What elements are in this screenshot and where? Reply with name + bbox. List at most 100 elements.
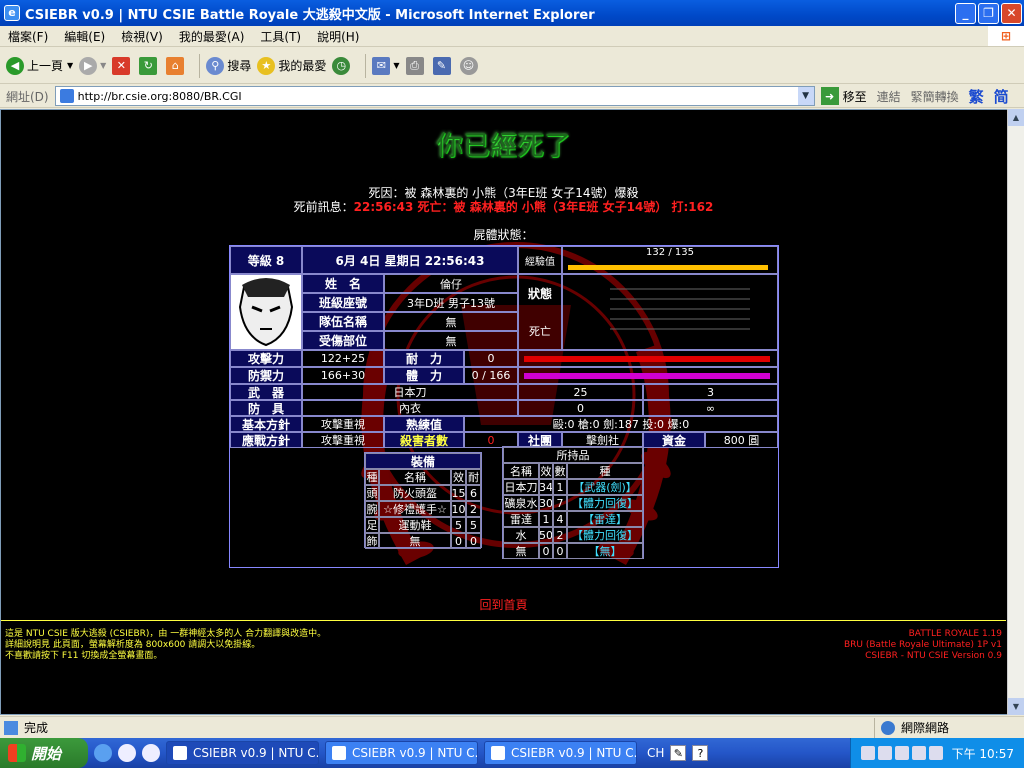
menu-favorites[interactable]: 我的最愛(A): [171, 28, 253, 45]
items-header-cell: 效: [539, 463, 553, 479]
stop-button[interactable]: ✕: [112, 56, 133, 75]
tray-volume-icon[interactable]: [911, 746, 926, 760]
vertical-scrollbar[interactable]: ▲ ▼: [1007, 109, 1024, 715]
equipment-cell: 腕: [365, 501, 379, 517]
task-label: CSIEBR v0.9 | NTU C...: [193, 746, 319, 760]
media-quicklaunch-icon[interactable]: [118, 744, 136, 762]
level-cell: 等級 8: [230, 246, 302, 274]
items-table: 所持品 名稱效數種日本刀 34 1 【武器(劍)】 礦泉水 30 7 【體力回復】 雷達 1 4 【雷…: [502, 446, 644, 559]
home-link[interactable]: 回到首頁: [1, 596, 1006, 613]
start-button[interactable]: 開始: [0, 738, 88, 768]
menu-tools[interactable]: 工具(T): [252, 28, 309, 45]
sp-value: 0 / 166: [464, 367, 518, 384]
taskbar-window-3[interactable]: CSIEBR v0.9 | NTU C...: [484, 741, 637, 765]
go-arrow-icon[interactable]: ➜: [820, 87, 839, 105]
items-cell: 0: [539, 543, 553, 559]
back-label: 上一頁: [27, 59, 64, 73]
forward-dropdown-icon[interactable]: ▼: [100, 61, 106, 70]
links-button[interactable]: 連結: [877, 88, 901, 105]
weapon-value: 日本刀: [302, 384, 518, 400]
traditional-button[interactable]: 繁: [969, 86, 984, 107]
status-text: 完成: [24, 721, 49, 735]
simplified-button[interactable]: 简: [994, 86, 1009, 107]
exp-bar: [568, 265, 768, 270]
scroll-up-icon[interactable]: ▲: [1008, 109, 1024, 126]
print-button[interactable]: ⎙: [405, 56, 427, 75]
back-button[interactable]: ◀ 上一頁 ▼: [6, 56, 73, 75]
scroll-down-icon[interactable]: ▼: [1008, 698, 1024, 715]
footer-left: 這是 NTU CSIE 版大逃殺 (CSIEBR)，由 一群神經太多的人 合力翻…: [5, 629, 326, 662]
ie-quicklaunch-icon[interactable]: [94, 744, 112, 762]
globe-icon: [881, 720, 895, 735]
mail-button[interactable]: ✉ ▼: [372, 56, 400, 75]
equipment-cell: 無: [379, 533, 451, 549]
back-dropdown-icon[interactable]: ▼: [67, 61, 73, 70]
go-button[interactable]: 移至: [843, 88, 867, 105]
maximize-button[interactable]: ❐: [978, 2, 999, 24]
home-button[interactable]: ⌂: [166, 56, 187, 75]
team-value: 無: [384, 312, 518, 331]
taskbar-window-2[interactable]: CSIEBR v0.9 | NTU C...: [325, 741, 478, 765]
messenger-button[interactable]: ☺: [459, 56, 481, 75]
history-button[interactable]: ◷: [332, 56, 353, 75]
items-cell: 【體力回復】: [567, 527, 643, 543]
address-url[interactable]: http://br.csie.org:8080/BR.CGI: [78, 90, 798, 103]
equipment-title: 裝備: [365, 453, 481, 469]
last-message: 死前訊息：22:56:43 死亡：被 森林裏的 小熊（3年E班 女子14號） 打…: [1, 198, 1006, 215]
ie-icon: e: [4, 5, 20, 21]
menu-view[interactable]: 檢視(V): [113, 28, 171, 45]
date-cell: 6月 4日 星期日 22:56:43: [302, 246, 518, 274]
tray-security-icon[interactable]: [894, 746, 909, 760]
address-dropdown-icon[interactable]: ▼: [797, 87, 814, 105]
address-input[interactable]: http://br.csie.org:8080/BR.CGI ▼: [54, 86, 815, 106]
zone-area: 網際網路: [874, 717, 1024, 738]
skill-label: 熟練值: [384, 416, 464, 432]
equipment-cell: 頭: [365, 485, 379, 501]
equipment-header-cell: 耐: [466, 469, 481, 485]
address-label: 網址(D): [6, 89, 49, 104]
items-cell: 0: [553, 543, 567, 559]
status-graph: [562, 274, 778, 350]
menu-edit[interactable]: 編輯(E): [56, 28, 113, 45]
sp-bar: [524, 373, 770, 379]
search-button[interactable]: ⚲ 搜尋: [206, 56, 251, 75]
tray-ati-icon[interactable]: [928, 746, 943, 760]
print-icon: ⎙: [405, 56, 424, 75]
ime-icon[interactable]: ✎: [670, 745, 687, 761]
hp-label: 耐 力: [384, 350, 464, 367]
desktop-quicklaunch-icon[interactable]: [142, 744, 160, 762]
menu-file[interactable]: 檔案(F): [0, 28, 56, 45]
tray-app-icon[interactable]: [860, 746, 875, 760]
skill-value: 毆:0 槍:0 劍:187 投:0 爆:0: [464, 416, 778, 432]
edit-button[interactable]: ✎: [432, 56, 454, 75]
refresh-icon: ↻: [139, 56, 158, 75]
menu-help[interactable]: 說明(H): [309, 28, 367, 45]
window-title-bar[interactable]: e CSIEBR v0.9 | NTU CSIE Battle Royale 大…: [0, 0, 1024, 26]
mail-icon: ✉: [372, 56, 391, 75]
refresh-button[interactable]: ↻: [139, 56, 160, 75]
taskbar-window-1[interactable]: CSIEBR v0.9 | NTU C...: [166, 741, 319, 765]
tray-network-icon[interactable]: [877, 746, 892, 760]
menu-bar: 檔案(F) 編輯(E) 檢視(V) 我的最愛(A) 工具(T) 說明(H) ⊞: [0, 26, 1024, 47]
hp-bar: [524, 356, 770, 362]
minimize-button[interactable]: _: [955, 2, 976, 24]
footer-version-line: BATTLE ROYALE 1.19: [908, 629, 1002, 639]
name-value: 倫仔: [384, 274, 518, 293]
items-cell: 無: [503, 543, 539, 559]
close-button[interactable]: ✕: [1001, 2, 1022, 24]
equipment-cell: 15: [451, 485, 466, 501]
forward-button[interactable]: ▶ ▼: [79, 56, 106, 75]
def-value: 166+30: [302, 367, 384, 384]
items-cell: 50: [539, 527, 553, 543]
help-icon[interactable]: ?: [692, 745, 709, 761]
last-message-text: 22:56:43 死亡：被 森林裏的 小熊（3年E班 女子14號） 打:162: [353, 200, 714, 214]
convert-button[interactable]: 緊簡轉換: [911, 88, 959, 105]
equipment-cell: 防火頭盔: [379, 485, 451, 501]
items-header-cell: 數: [553, 463, 567, 479]
items-cell: 【武器(劍)】: [567, 479, 643, 495]
window-title: CSIEBR v0.9 | NTU CSIE Battle Royale 大逃殺…: [25, 7, 595, 23]
equipment-cell: ☆修禮護手☆: [379, 501, 451, 517]
language-bar[interactable]: CH ✎ ?: [647, 745, 709, 761]
favorites-button[interactable]: ★ 我的最愛: [257, 56, 326, 75]
equipment-header-cell: 名稱: [379, 469, 451, 485]
